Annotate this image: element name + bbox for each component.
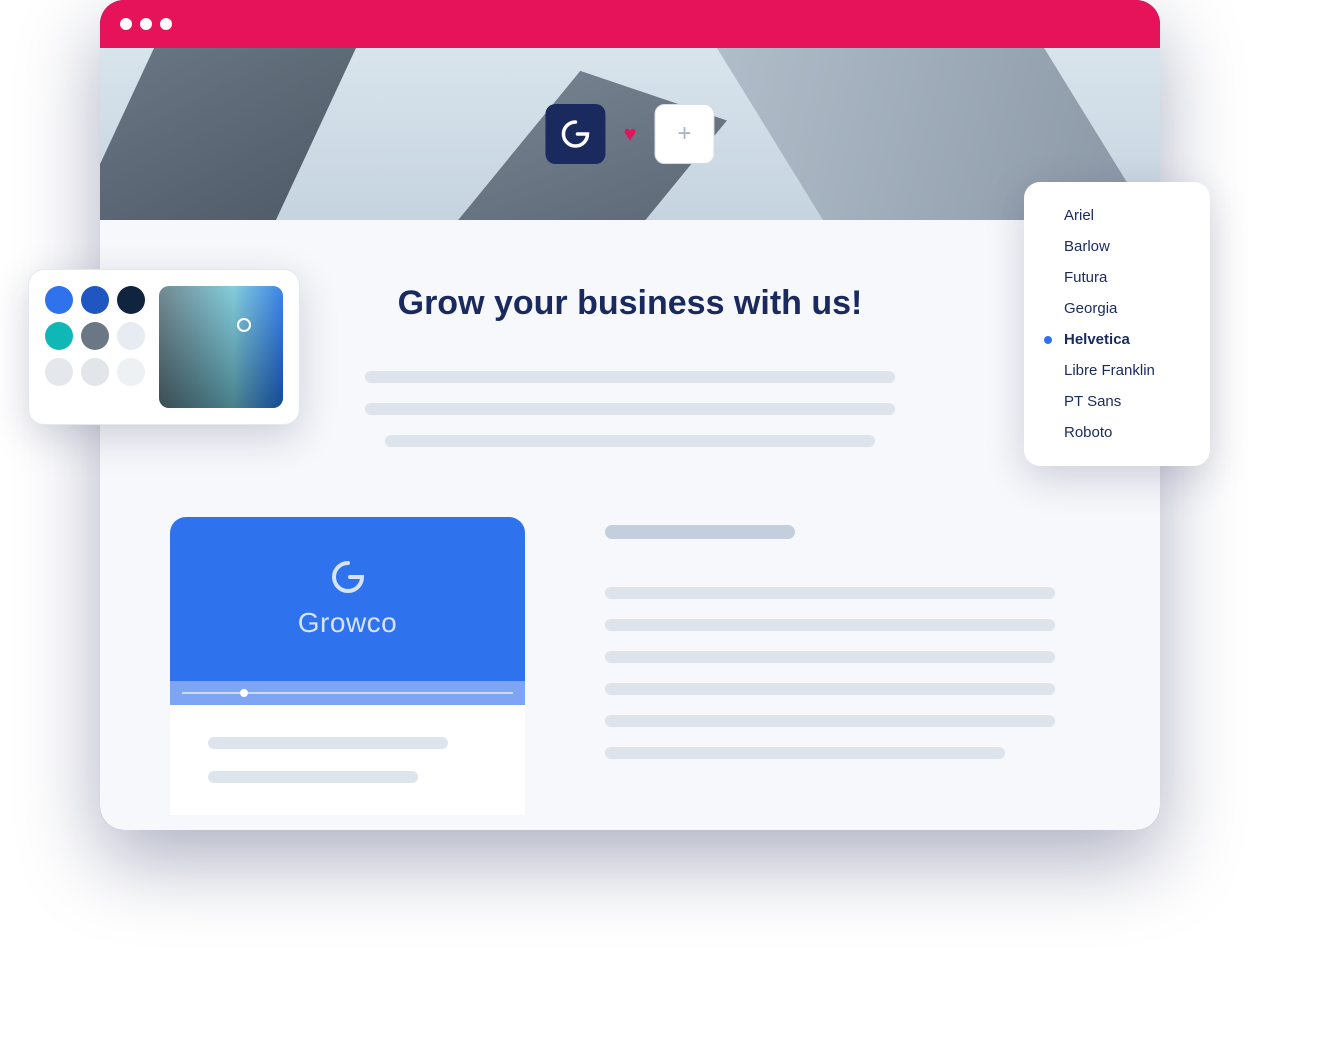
heart-icon: ♥: [623, 121, 636, 147]
font-option[interactable]: Georgia: [1024, 293, 1210, 324]
track-thumb[interactable]: [240, 689, 248, 697]
skeleton-line: [365, 403, 895, 415]
color-swatch[interactable]: [45, 358, 73, 386]
color-swatch[interactable]: [45, 286, 73, 314]
add-integration-tile[interactable]: +: [655, 104, 715, 164]
color-swatch[interactable]: [117, 358, 145, 386]
hero-building-graphic: [100, 48, 387, 220]
color-swatch[interactable]: [81, 322, 109, 350]
font-option-selected[interactable]: Helvetica: [1024, 324, 1210, 355]
progress-track[interactable]: [170, 681, 525, 705]
skeleton-line: [365, 371, 895, 383]
font-option[interactable]: Libre Franklin: [1024, 355, 1210, 386]
hero-banner: ♥ +: [100, 48, 1160, 220]
color-swatch[interactable]: [81, 286, 109, 314]
font-dropdown-menu: Ariel Barlow Futura Georgia Helvetica Li…: [1024, 182, 1210, 466]
color-gradient-field[interactable]: [159, 286, 283, 408]
color-swatch-grid: [45, 286, 145, 408]
skeleton-line: [605, 587, 1055, 599]
color-swatch[interactable]: [117, 322, 145, 350]
brand-preview-card: Growco: [170, 517, 525, 815]
window-control-close[interactable]: [120, 18, 132, 30]
window-titlebar: [100, 0, 1160, 48]
skeleton-line: [605, 651, 1055, 663]
color-picker-indicator[interactable]: [237, 318, 251, 332]
g-logo-icon: [559, 118, 591, 150]
two-column-layout: Growco: [170, 517, 1090, 815]
card-brand-name: Growco: [298, 607, 397, 639]
font-option[interactable]: Futura: [1024, 262, 1210, 293]
skeleton-line: [605, 747, 1005, 759]
color-picker-panel: [28, 269, 300, 425]
color-swatch[interactable]: [45, 322, 73, 350]
skeleton-line: [208, 737, 448, 749]
skeleton-line: [208, 771, 418, 783]
window-control-maximize[interactable]: [160, 18, 172, 30]
font-option[interactable]: Ariel: [1024, 200, 1210, 231]
skeleton-line: [605, 715, 1055, 727]
brand-logo-tile[interactable]: [545, 104, 605, 164]
plus-icon: +: [678, 120, 692, 148]
skeleton-heading: [605, 525, 795, 539]
text-skeleton-block: [605, 587, 1090, 759]
growco-logo-icon: [324, 559, 372, 599]
page-headline: Grow your business with us!: [170, 284, 1090, 323]
hero-logo-pairing: ♥ +: [545, 104, 714, 164]
text-column: [605, 517, 1090, 815]
skeleton-line: [605, 619, 1055, 631]
card-body: [170, 705, 525, 815]
color-swatch[interactable]: [81, 358, 109, 386]
font-option[interactable]: Barlow: [1024, 231, 1210, 262]
card-header: Growco: [170, 517, 525, 681]
window-control-minimize[interactable]: [140, 18, 152, 30]
font-option[interactable]: PT Sans: [1024, 386, 1210, 417]
color-swatch[interactable]: [117, 286, 145, 314]
track-line: [182, 692, 513, 694]
skeleton-line: [605, 683, 1055, 695]
intro-skeleton: [170, 371, 1090, 447]
font-option[interactable]: Roboto: [1024, 417, 1210, 448]
skeleton-line: [385, 435, 875, 447]
